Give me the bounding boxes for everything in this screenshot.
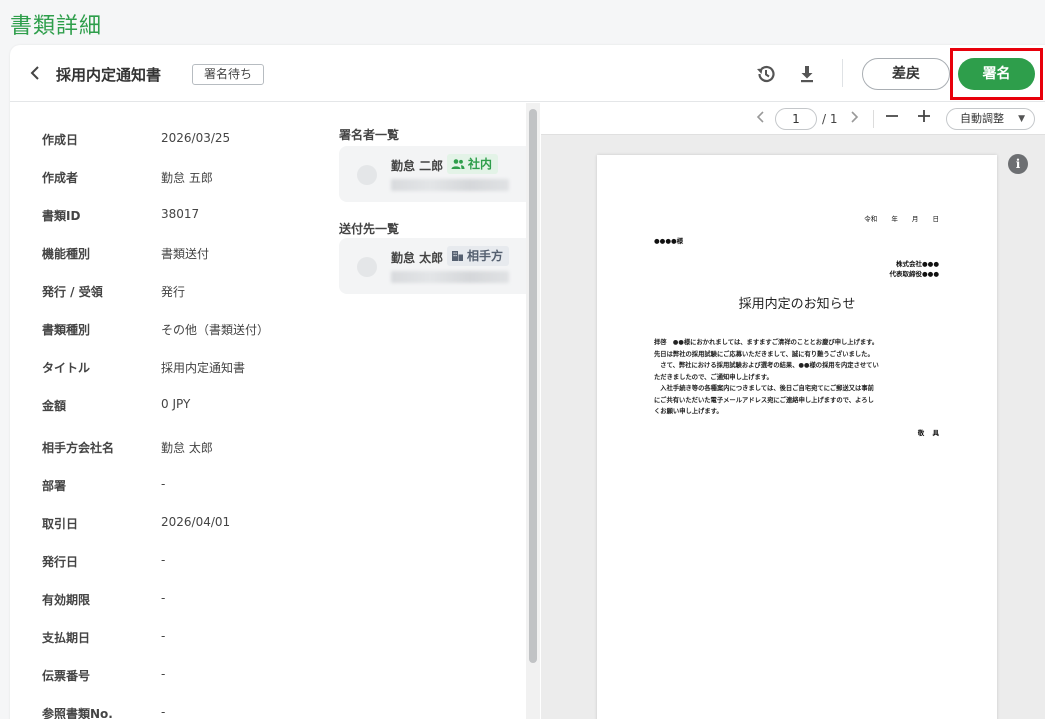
sign-button[interactable]: 署名: [958, 58, 1035, 90]
pdf-viewer: / 1 自動調整 ▼ i 令和 年 月 日 ●●●●様 株式会社●●● 代表取締…: [541, 103, 1045, 719]
doc-body-line: ただきましたので、ご通知申し上げます。: [654, 373, 773, 381]
status-badge: 署名待ち: [192, 64, 265, 85]
info-label: 書類ID: [42, 209, 81, 223]
info-label: 作成日: [42, 133, 79, 147]
doc-body-line: にご共有いただいた電子メールアドレス宛にご連絡申し上げますので、よろし: [654, 396, 874, 404]
building-icon: [452, 251, 463, 261]
avatar: [357, 257, 377, 277]
doc-date: 令和 年 月 日: [864, 215, 939, 223]
document-page-preview: 令和 年 月 日 ●●●●様 株式会社●●● 代表取締役●●● 採用内定のお知ら…: [597, 155, 997, 719]
page-total: / 1: [822, 112, 838, 126]
blurred-email: [391, 271, 509, 283]
next-page-icon[interactable]: [846, 108, 862, 130]
info-label: 有効期限: [42, 593, 91, 607]
info-value: -: [161, 667, 166, 681]
zoom-select-value: 自動調整: [960, 112, 1004, 125]
prev-page-icon[interactable]: [753, 108, 769, 130]
doc-closing: 敬 具: [917, 429, 939, 437]
history-icon[interactable]: [753, 61, 779, 87]
info-label: 参照書類No.: [42, 707, 113, 719]
info-value: 2026/03/25: [161, 131, 231, 145]
document-title: 採用内定通知書: [56, 66, 162, 84]
document-header: 採用内定通知書 署名待ち 差戻 署名: [10, 45, 1045, 102]
doc-body-line: さて、弊社における採用試験および選考の結果、●●様の採用を内定させてい: [654, 362, 879, 369]
doc-recipient: ●●●●様: [654, 237, 684, 245]
info-label: 支払期日: [42, 631, 91, 645]
internal-tag: 社内: [447, 154, 499, 174]
avatar: [357, 165, 377, 185]
info-value: 勤怠 五郎: [161, 171, 213, 185]
info-value: -: [161, 705, 166, 719]
info-value: -: [161, 477, 166, 491]
doc-body-line: くお願い申し上げます。: [654, 408, 723, 415]
viewer-toolbar: / 1 自動調整 ▼: [541, 103, 1045, 135]
info-label: 機能種別: [42, 247, 91, 261]
zoom-in-icon[interactable]: [914, 108, 934, 130]
details-scrollbar[interactable]: [526, 103, 540, 719]
page-title: 書類詳細: [10, 14, 103, 39]
document-detail-card: 採用内定通知書 署名待ち 差戻 署名 作成日 2026/03/25 作成者 勤怠…: [10, 45, 1045, 719]
info-label: 書類種別: [42, 323, 91, 337]
doc-body-line: 拝啓 ●●様におかれましては、ますますご清祥のこととお慶び申し上げます。: [654, 339, 879, 346]
tag-label: 社内: [468, 157, 493, 171]
info-label: 発行 / 受領: [42, 285, 103, 299]
doc-representative: 代表取締役●●●: [889, 270, 939, 278]
info-value: 勤怠 太郎: [161, 441, 213, 455]
info-value: -: [161, 591, 166, 605]
info-value: 書類送付: [161, 247, 210, 261]
external-tag: 相手方: [447, 246, 510, 266]
recipient-name: 勤怠 太郎: [391, 251, 444, 265]
recipient-card[interactable]: 勤怠 太郎 相手方: [339, 238, 529, 294]
people-icon: [451, 159, 465, 169]
zoom-out-icon[interactable]: [882, 108, 902, 130]
info-value: 発行: [161, 285, 186, 299]
doc-company: 株式会社●●●: [895, 260, 939, 268]
info-icon[interactable]: i: [1008, 154, 1028, 174]
info-label: タイトル: [42, 361, 91, 375]
info-label: 作成者: [42, 171, 79, 185]
info-value: 38017: [161, 207, 200, 221]
toolbar-divider: [873, 110, 874, 128]
back-icon[interactable]: [28, 64, 44, 82]
info-label: 金額: [42, 399, 67, 413]
info-label: 相手方会社名: [42, 441, 115, 455]
doc-heading: 採用内定のお知らせ: [738, 297, 856, 312]
tag-label: 相手方: [467, 249, 504, 263]
info-value: その他（書類送付）: [161, 323, 270, 337]
doc-body: 拝啓 ●●様におかれましては、ますますご清祥のこととお慶び申し上げます。 先日は…: [654, 337, 944, 418]
download-icon[interactable]: [794, 61, 820, 87]
info-label: 伝票番号: [42, 669, 91, 683]
info-value: 0 JPY: [161, 397, 191, 411]
info-value: 採用内定通知書: [161, 361, 246, 375]
page-number-input[interactable]: [775, 108, 817, 130]
header-divider: [842, 59, 843, 87]
recipients-section-title: 送付先一覧: [339, 222, 400, 236]
zoom-select[interactable]: 自動調整 ▼: [946, 108, 1035, 130]
signer-card[interactable]: 勤怠 二郎 社内: [339, 146, 529, 202]
info-label: 部署: [42, 479, 67, 493]
info-label: 取引日: [42, 517, 79, 531]
doc-body-line: 入社手続き等の各種案内につきましては、後日ご自宅宛てにご郵送又は事前: [654, 385, 874, 392]
doc-body-line: 先日は弊社の採用試験にご応募いただきまして、誠に有り難うございました。: [654, 350, 874, 358]
return-button[interactable]: 差戻: [862, 58, 950, 90]
scrollbar-thumb[interactable]: [529, 109, 537, 663]
info-label: 発行日: [42, 555, 79, 569]
caret-down-icon: ▼: [1018, 114, 1025, 124]
info-value: 2026/04/01: [161, 515, 231, 529]
signers-section-title: 署名者一覧: [339, 128, 400, 142]
info-value: -: [161, 629, 166, 643]
info-value: -: [161, 553, 166, 567]
blurred-email: [391, 179, 509, 191]
signer-name: 勤怠 二郎: [391, 159, 444, 173]
